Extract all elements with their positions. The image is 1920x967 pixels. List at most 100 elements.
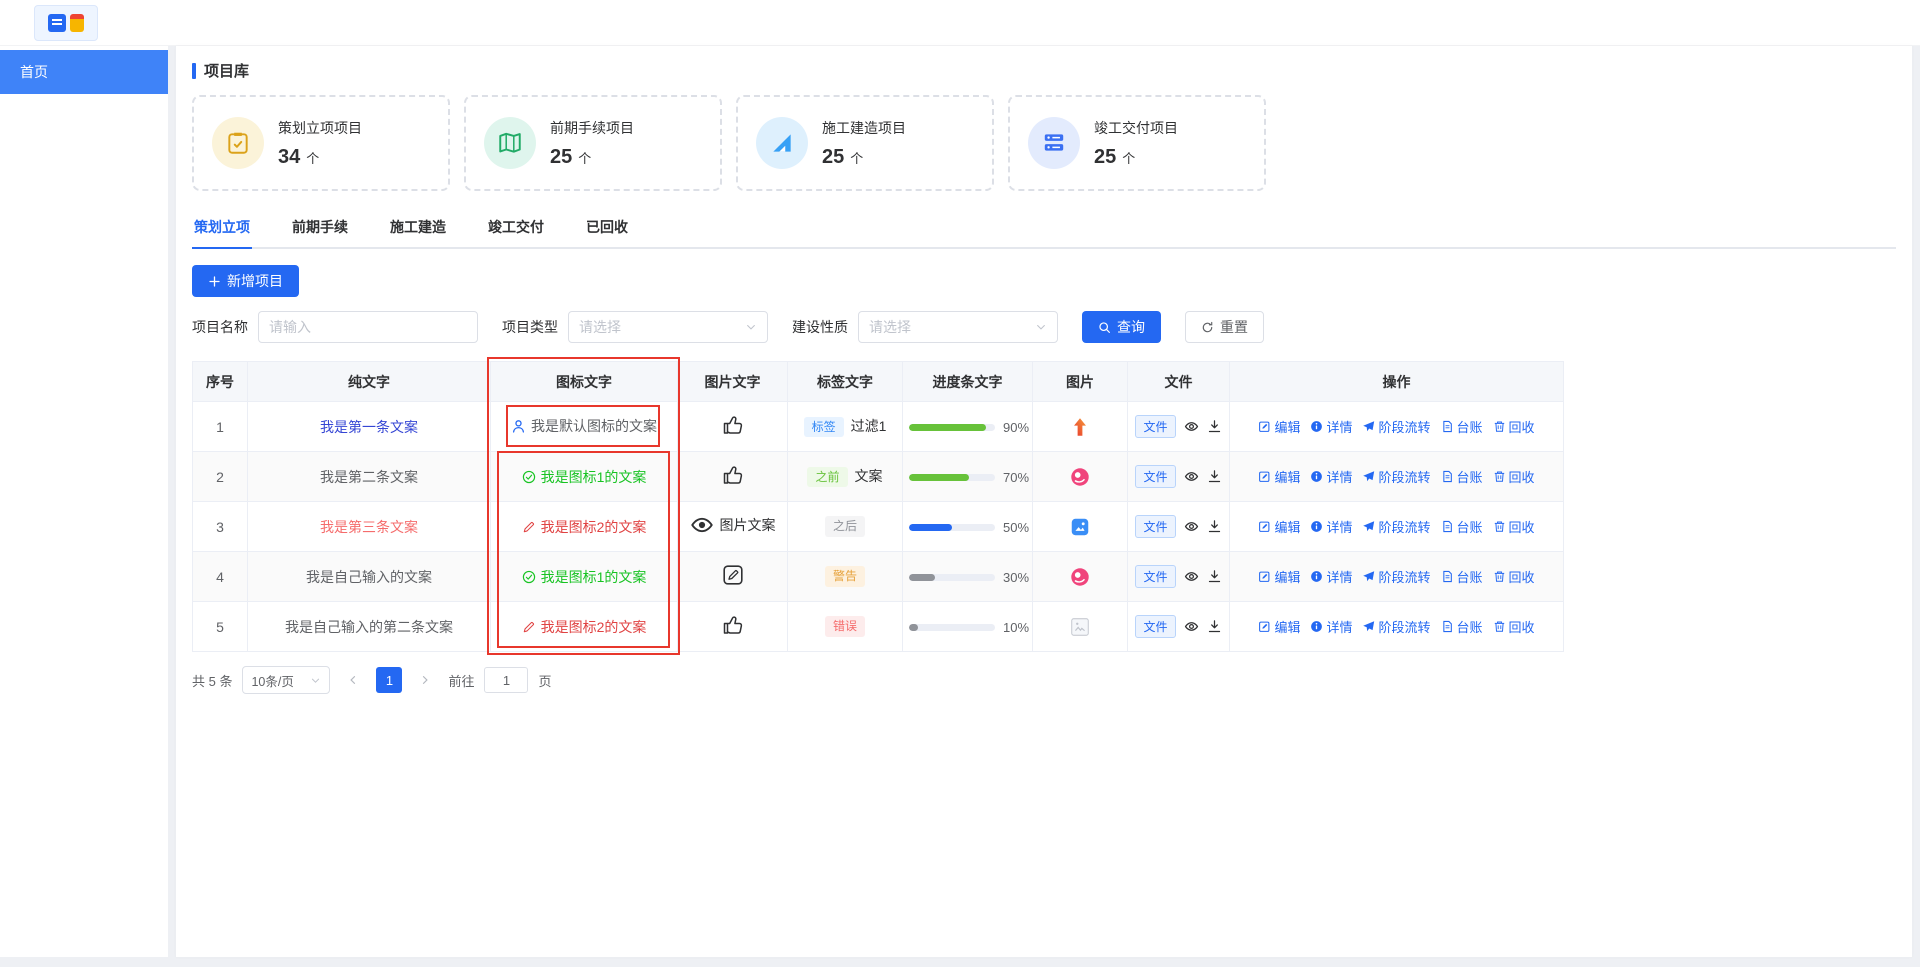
tab-recycled[interactable]: 已回收 [584, 209, 630, 247]
detail-link[interactable]: 详情 [1310, 617, 1352, 636]
index-cell: 5 [192, 601, 248, 652]
pen-icon [522, 620, 536, 634]
tag-cell: 标签 过滤1 [787, 401, 903, 452]
chevron-down-icon [310, 675, 321, 686]
file-button[interactable]: 文件 [1135, 415, 1176, 438]
info-circle-icon [1310, 570, 1323, 583]
download-icon[interactable] [1207, 619, 1222, 634]
tab-planning[interactable]: 策划立项 [192, 209, 252, 249]
tab-construction[interactable]: 施工建造 [388, 209, 448, 247]
page-size-select[interactable]: 10条/页 [242, 666, 331, 694]
edit-link[interactable]: 编辑 [1258, 417, 1300, 436]
file-cell: 文件 [1127, 401, 1230, 452]
ledger-link[interactable]: 台账 [1441, 467, 1483, 486]
preview-eye-icon[interactable] [1184, 419, 1199, 434]
col-progress-text: 进度条文字 [902, 361, 1033, 402]
detail-link[interactable]: 详情 [1310, 517, 1352, 536]
stage-transfer-link[interactable]: 阶段流转 [1362, 467, 1431, 486]
detail-link[interactable]: 详情 [1310, 567, 1352, 586]
recycle-link[interactable]: 回收 [1493, 417, 1535, 436]
preview-eye-icon[interactable] [1184, 619, 1199, 634]
tab-delivery[interactable]: 竣工交付 [486, 209, 546, 247]
thumbs-up-icon [721, 413, 745, 437]
ledger-link[interactable]: 台账 [1441, 417, 1483, 436]
search-button[interactable]: 查询 [1082, 311, 1161, 343]
document-icon [1441, 470, 1454, 483]
prev-page-button[interactable] [340, 667, 366, 693]
pink-circle-image [1069, 566, 1091, 588]
edit-link[interactable]: 编辑 [1258, 517, 1300, 536]
file-button[interactable]: 文件 [1135, 565, 1176, 588]
tag-badge: 错误 [824, 616, 865, 637]
recycle-link[interactable]: 回收 [1493, 517, 1535, 536]
stat-value: 25 [1094, 145, 1117, 168]
projects-table: 序号 纯文字 图标文字 图片文字 标签文字 进度条文字 图片 文件 操作 1 我是… [192, 357, 1564, 655]
ledger-link[interactable]: 台账 [1441, 517, 1483, 536]
reset-button[interactable]: 重置 [1185, 311, 1264, 343]
file-button[interactable]: 文件 [1135, 515, 1176, 538]
file-button[interactable]: 文件 [1135, 465, 1176, 488]
edit-link[interactable]: 编辑 [1258, 617, 1300, 636]
stage-transfer-link[interactable]: 阶段流转 [1362, 617, 1431, 636]
goto-label: 前往 [448, 673, 475, 689]
image-placeholder-icon [1069, 616, 1091, 638]
icon-text-cell: 我是图标1的文案 [490, 451, 678, 502]
document-icon [1441, 420, 1454, 433]
refresh-icon [1201, 321, 1214, 334]
preview-eye-icon[interactable] [1184, 569, 1199, 584]
icon-text-cell: 我是图标2的文案 [490, 501, 678, 552]
preview-eye-icon[interactable] [1184, 519, 1199, 534]
download-icon[interactable] [1207, 569, 1222, 584]
edit-box-icon [721, 563, 745, 587]
ledger-link[interactable]: 台账 [1441, 567, 1483, 586]
stat-card-planning: 策划立项项目 34 个 [192, 95, 450, 191]
page-1-button[interactable]: 1 [376, 667, 403, 693]
stat-value: 25 [822, 145, 845, 168]
stage-transfer-link[interactable]: 阶段流转 [1362, 567, 1431, 586]
edit-link[interactable]: 编辑 [1258, 467, 1300, 486]
recycle-link[interactable]: 回收 [1493, 467, 1535, 486]
project-type-select[interactable]: 请选择 [568, 311, 768, 343]
recycle-link[interactable]: 回收 [1493, 617, 1535, 636]
app-logo[interactable] [34, 4, 98, 41]
progress-bar [909, 474, 995, 481]
build-nature-select[interactable]: 请选择 [858, 311, 1058, 343]
stage-transfer-link[interactable]: 阶段流转 [1362, 417, 1431, 436]
add-project-button[interactable]: 新增项目 [192, 265, 299, 297]
image-text-cell [677, 451, 788, 502]
download-icon[interactable] [1207, 519, 1222, 534]
tag-badge: 警告 [824, 566, 865, 587]
stage-transfer-link[interactable]: 阶段流转 [1362, 517, 1431, 536]
col-index: 序号 [192, 361, 248, 402]
col-tag-text: 标签文字 [787, 361, 903, 402]
download-icon[interactable] [1207, 419, 1222, 434]
ledger-link[interactable]: 台账 [1441, 617, 1483, 636]
edit-link[interactable]: 编辑 [1258, 567, 1300, 586]
download-icon[interactable] [1207, 469, 1222, 484]
next-page-button[interactable] [412, 667, 438, 693]
preview-eye-icon[interactable] [1184, 469, 1199, 484]
trash-icon [1493, 570, 1506, 583]
sidebar-item-home[interactable]: 首页 [0, 50, 168, 94]
tab-preliminary[interactable]: 前期手续 [290, 209, 350, 247]
detail-link[interactable]: 详情 [1310, 417, 1352, 436]
send-icon [1362, 520, 1375, 533]
file-button[interactable]: 文件 [1135, 615, 1176, 638]
tag-badge: 之后 [824, 516, 865, 537]
progress-bar [909, 574, 995, 581]
col-operations: 操作 [1229, 361, 1564, 402]
total-count: 共 5 条 [192, 673, 233, 689]
stat-card-delivery: 竣工交付项目 25 个 [1008, 95, 1266, 191]
icon-text-cell: 我是图标2的文案 [490, 601, 678, 652]
goto-page-input[interactable] [484, 667, 529, 693]
index-cell: 2 [192, 451, 248, 502]
info-circle-icon [1310, 420, 1323, 433]
index-cell: 4 [192, 551, 248, 602]
page-title-text: 项目库 [204, 63, 250, 80]
project-name-input[interactable] [258, 311, 478, 343]
recycle-link[interactable]: 回收 [1493, 567, 1535, 586]
check-circle-icon [522, 470, 536, 484]
plain-text-cell: 我是自己输入的第二条文案 [247, 601, 491, 652]
trash-icon [1493, 620, 1506, 633]
detail-link[interactable]: 详情 [1310, 467, 1352, 486]
